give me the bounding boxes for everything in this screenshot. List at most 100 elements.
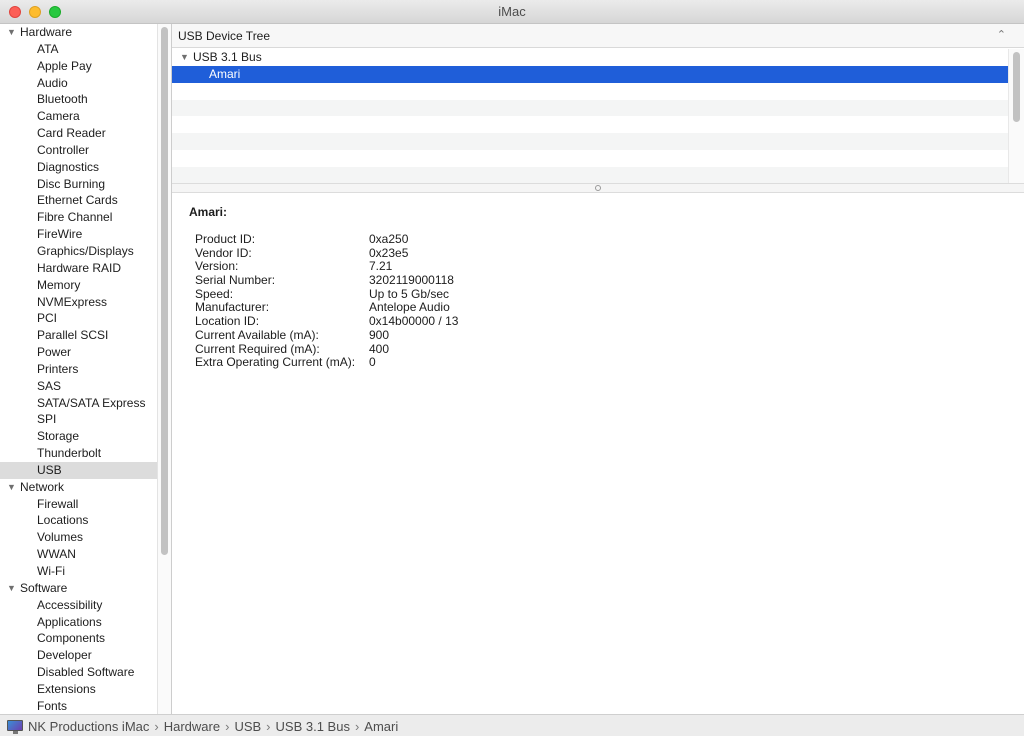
sidebar-item-camera[interactable]: Camera xyxy=(0,108,157,125)
breadcrumb-item[interactable]: Hardware xyxy=(164,719,220,734)
property-value: 0xa250 xyxy=(369,232,409,246)
split-handle[interactable] xyxy=(172,183,1024,193)
detail-pane: Amari: Product ID: 0xa250 Vendor ID: 0x23e5… xyxy=(172,193,1024,714)
sidebar-item-hardware-raid[interactable]: Hardware RAID xyxy=(0,260,157,277)
sidebar-item-applications[interactable]: Applications xyxy=(0,614,157,631)
sidebar-item-fibre-channel[interactable]: Fibre Channel xyxy=(0,209,157,226)
property-key: Version: xyxy=(195,259,239,274)
breadcrumb-item[interactable]: USB xyxy=(234,719,261,734)
sidebar-item-fonts[interactable]: Fonts xyxy=(0,698,157,714)
sidebar-scroll-thumb[interactable] xyxy=(161,27,168,555)
sidebar-item-apple-pay[interactable]: Apple Pay xyxy=(0,58,157,75)
sidebar-item-graphics-displays[interactable]: Graphics/Displays xyxy=(0,243,157,260)
tree-header[interactable]: USB Device Tree ⌃ xyxy=(172,24,1024,48)
sidebar-item-spi[interactable]: SPI xyxy=(0,411,157,428)
sidebar-item-components[interactable]: Components xyxy=(0,630,157,647)
property-key: Manufacturer: xyxy=(195,300,270,315)
sidebar-item-bluetooth[interactable]: Bluetooth xyxy=(0,91,157,108)
tree-scrollbar[interactable] xyxy=(1008,49,1024,183)
sidebar-item-power[interactable]: Power xyxy=(0,344,157,361)
sidebar-category-label: Hardware xyxy=(20,25,73,39)
sidebar-item-volumes[interactable]: Volumes xyxy=(0,529,157,546)
detail-title: Amari: xyxy=(189,205,228,219)
sidebar-item-developer[interactable]: Developer xyxy=(0,647,157,664)
sidebar-item-memory[interactable]: Memory xyxy=(0,277,157,294)
sidebar-item-parallel-scsi[interactable]: Parallel SCSI xyxy=(0,327,157,344)
sidebar: ▼ Hardware ATA Apple Pay Audio Bluetooth Camer… xyxy=(0,24,157,714)
tree-row-device[interactable]: Amari xyxy=(172,65,1008,83)
property-key: Vendor ID: xyxy=(195,245,252,260)
sort-chevron-icon[interactable]: ⌃ xyxy=(997,28,1006,41)
property-value: 400 xyxy=(369,341,390,356)
sidebar-category-label: Software xyxy=(20,580,68,595)
breadcrumb-separator: › xyxy=(354,719,360,734)
window-title: iMac xyxy=(498,4,526,19)
property-key: Extra Operating Current (mA): xyxy=(195,355,356,370)
sidebar-item-firewire[interactable]: FireWire xyxy=(0,226,157,243)
device-tree: ▼ USB 3.1 Bus Amari xyxy=(172,49,1008,183)
bus-label: USB 3.1 Bus xyxy=(193,50,262,64)
property-key: Current Required (mA): xyxy=(195,341,320,356)
sidebar-item-pci[interactable]: PCI xyxy=(0,310,157,327)
disclosure-triangle-icon[interactable]: ▼ xyxy=(180,49,189,66)
property-key: Location ID: xyxy=(195,314,260,329)
sidebar-item-audio[interactable]: Audio xyxy=(0,75,157,92)
sidebar-category-software[interactable]: ▼ Software xyxy=(0,580,157,597)
property-value: Up to 5 Gb/sec xyxy=(369,286,450,301)
sidebar-item-ethernet-cards[interactable]: Ethernet Cards xyxy=(0,192,157,209)
property-key: Serial Number: xyxy=(195,273,276,288)
breadcrumb-separator: › xyxy=(266,719,271,734)
sidebar-item-wwan[interactable]: WWAN xyxy=(0,546,157,563)
sidebar-item-sas[interactable]: SAS xyxy=(0,378,157,395)
sidebar-item-sata-sata-express[interactable]: SATA/SATA Express xyxy=(0,395,157,412)
sidebar-item-card-reader[interactable]: Card Reader xyxy=(0,125,157,142)
sidebar-item-extensions[interactable]: Extensions xyxy=(0,681,157,698)
sidebar-item-ata[interactable]: ATA xyxy=(0,41,157,58)
property-value: 900 xyxy=(369,327,390,342)
sidebar-item-firewall[interactable]: Firewall xyxy=(0,496,157,513)
breadcrumb-item[interactable]: NK Productions iMac xyxy=(28,719,149,734)
sidebar-item-diagnostics[interactable]: Diagnostics xyxy=(0,159,157,176)
property-value: 7.21 xyxy=(369,259,393,274)
sidebar-item-disabled-software[interactable]: Disabled Software xyxy=(0,664,157,681)
sidebar-scrollbar[interactable] xyxy=(157,24,172,714)
main-pane: USB Device Tree ⌃ ▼ USB 3.1 Bus Amari Am… xyxy=(172,24,1024,714)
sidebar-item-accessibility[interactable]: Accessibility xyxy=(0,597,157,614)
sidebar-item-locations[interactable]: Locations xyxy=(0,512,157,529)
breadcrumb-item[interactable]: Amari xyxy=(364,719,398,734)
disclosure-triangle-icon[interactable]: ▼ xyxy=(7,24,16,41)
tree-row-bus[interactable]: ▼ USB 3.1 Bus xyxy=(172,49,1008,66)
status-bar: NK Productions iMac › Hardware › USB › USB 3.1… xyxy=(0,714,1024,736)
sidebar-item-disc-burning[interactable]: Disc Burning xyxy=(0,176,157,193)
breadcrumb-separator: › xyxy=(154,719,159,734)
sidebar-item-usb[interactable]: USB xyxy=(0,461,157,479)
tree-scroll-thumb[interactable] xyxy=(1013,52,1020,122)
title-bar: iMac xyxy=(0,0,1024,24)
sidebar-item-storage[interactable]: Storage xyxy=(0,428,157,445)
property-key: Product ID: xyxy=(195,232,256,246)
imac-stand-icon xyxy=(13,731,18,734)
sidebar-item-thunderbolt[interactable]: Thunderbolt xyxy=(0,445,157,462)
sidebar-item-controller[interactable]: Controller xyxy=(0,142,157,159)
tree-row-empty xyxy=(172,166,1008,183)
breadcrumb: NK Productions iMac › Hardware › USB › USB 3.1… xyxy=(28,719,398,734)
breadcrumb-item[interactable]: USB 3.1 Bus xyxy=(276,719,350,734)
sidebar-category-label: Network xyxy=(20,479,65,494)
property-value: Antelope Audio xyxy=(369,300,450,315)
tree-row-empty xyxy=(172,99,1008,117)
split-handle-dot-icon[interactable] xyxy=(595,185,601,191)
property-key: Speed: xyxy=(195,286,234,301)
tree-row-empty xyxy=(172,150,1008,167)
device-label: Amari xyxy=(209,66,241,81)
breadcrumb-separator: › xyxy=(225,719,230,734)
sidebar-item-wi-fi[interactable]: Wi-Fi xyxy=(0,563,157,580)
disclosure-triangle-icon[interactable]: ▼ xyxy=(7,479,16,496)
disclosure-triangle-icon[interactable]: ▼ xyxy=(7,580,16,597)
property-key: Current Available (mA): xyxy=(195,327,319,342)
sidebar-item-nvmexpress[interactable]: NVMExpress xyxy=(0,294,157,311)
imac-icon xyxy=(7,720,23,731)
tree-row-empty xyxy=(172,116,1008,133)
sidebar-category-network[interactable]: ▼ Network xyxy=(0,479,157,496)
sidebar-item-printers[interactable]: Printers xyxy=(0,361,157,378)
sidebar-category-hardware[interactable]: ▼ Hardware xyxy=(0,24,157,41)
